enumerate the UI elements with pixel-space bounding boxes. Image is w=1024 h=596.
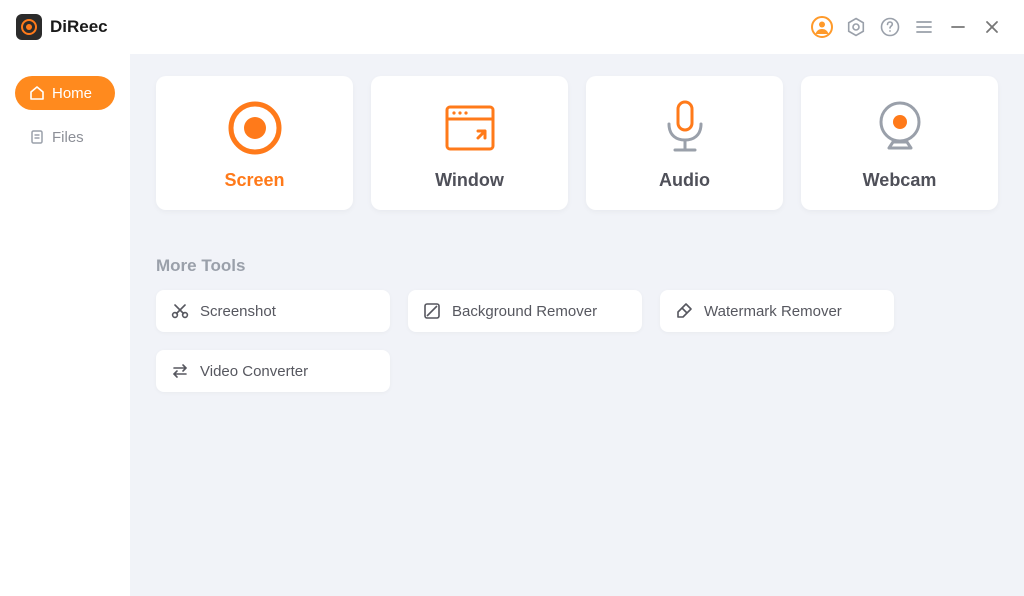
card-label: Window — [435, 170, 504, 191]
microphone-icon — [657, 96, 713, 160]
card-label: Screen — [224, 170, 284, 191]
tool-background-remover[interactable]: Background Remover — [408, 290, 642, 332]
app-logo — [16, 14, 42, 40]
sidebar-item-home[interactable]: Home — [15, 76, 115, 110]
background-remove-icon — [422, 301, 442, 321]
main-area: Screen Window — [130, 54, 1024, 596]
card-audio[interactable]: Audio — [586, 76, 783, 210]
card-screen[interactable]: Screen — [156, 76, 353, 210]
card-label: Webcam — [863, 170, 937, 191]
more-tools-list: Screenshot Background Remover Watermark … — [156, 290, 916, 392]
window-icon — [443, 96, 497, 160]
sidebar-item-label: Files — [52, 129, 84, 146]
convert-icon — [170, 361, 190, 381]
record-icon — [225, 96, 285, 160]
titlebar: DiReec — [0, 0, 1024, 54]
sidebar: Home Files — [0, 54, 130, 596]
tool-label: Background Remover — [452, 303, 597, 320]
card-webcam[interactable]: Webcam — [801, 76, 998, 210]
card-window[interactable]: Window — [371, 76, 568, 210]
tool-label: Watermark Remover — [704, 303, 842, 320]
app-name: DiReec — [50, 17, 108, 37]
sidebar-item-label: Home — [52, 85, 92, 102]
tool-video-converter[interactable]: Video Converter — [156, 350, 390, 392]
menu-icon[interactable] — [910, 13, 938, 41]
close-button[interactable] — [978, 13, 1006, 41]
minimize-button[interactable] — [944, 13, 972, 41]
webcam-icon — [872, 96, 928, 160]
more-tools-title: More Tools — [156, 256, 998, 276]
eraser-icon — [674, 301, 694, 321]
tool-watermark-remover[interactable]: Watermark Remover — [660, 290, 894, 332]
tool-label: Screenshot — [200, 303, 276, 320]
mode-cards: Screen Window — [156, 76, 998, 210]
card-label: Audio — [659, 170, 710, 191]
sidebar-item-files[interactable]: Files — [15, 120, 115, 154]
scissors-icon — [170, 301, 190, 321]
account-icon[interactable] — [808, 13, 836, 41]
tool-label: Video Converter — [200, 363, 308, 380]
help-icon[interactable] — [876, 13, 904, 41]
settings-icon[interactable] — [842, 13, 870, 41]
tool-screenshot[interactable]: Screenshot — [156, 290, 390, 332]
